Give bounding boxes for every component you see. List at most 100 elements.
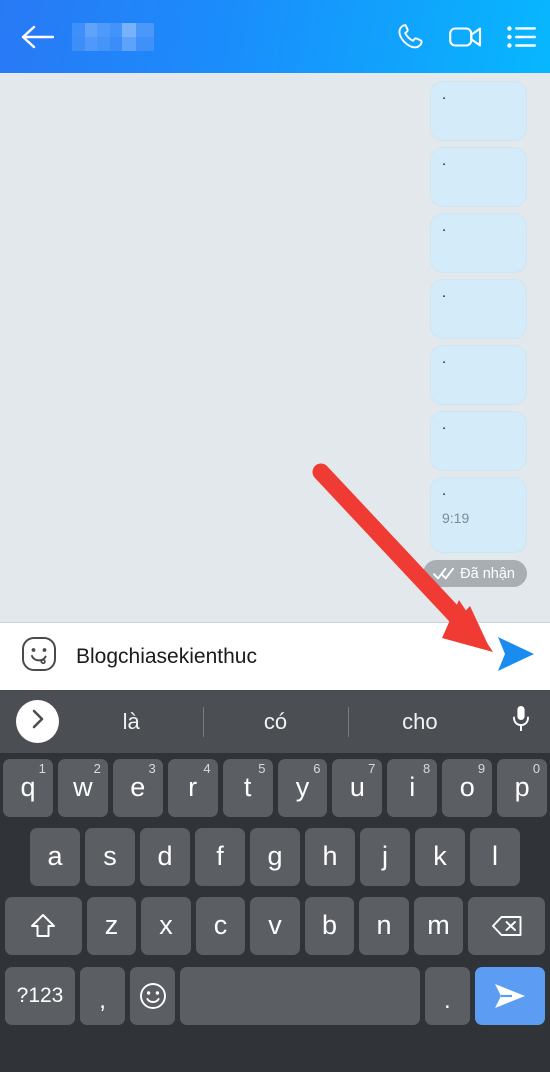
menu-button[interactable] <box>494 0 550 73</box>
blur-tile <box>97 36 110 51</box>
key-u[interactable]: u 7 <box>332 758 383 817</box>
key-g[interactable]: g <box>250 827 300 886</box>
key-c[interactable]: c <box>195 896 246 955</box>
key-label: u <box>349 772 365 802</box>
key-e[interactable]: e 3 <box>112 758 163 817</box>
send-plane-icon <box>492 981 528 1011</box>
key-number: 0 <box>532 760 541 776</box>
message-bubble[interactable]: . <box>430 345 527 405</box>
key-label: r <box>188 772 198 802</box>
voice-call-button[interactable] <box>382 0 438 73</box>
message-bubble[interactable]: . <box>430 279 527 339</box>
send-button[interactable] <box>480 623 550 691</box>
suggestion-bar: là có cho <box>0 690 550 753</box>
message-list[interactable]: . . . . . . . 9:19 Đã nhận <box>0 73 550 622</box>
blur-tile <box>136 36 154 51</box>
blur-tile <box>122 22 136 37</box>
key-number: 4 <box>203 760 211 776</box>
key-w[interactable]: w 2 <box>57 758 108 817</box>
keyboard-row-1: q 1 w 2 e 3 r 4 t 5 y 6 u 7 i 8 o 9 p 0 <box>0 753 550 822</box>
back-button[interactable] <box>8 0 66 73</box>
key-l[interactable]: l <box>470 827 520 886</box>
video-camera-icon <box>449 24 483 50</box>
key-b[interactable]: b <box>304 896 355 955</box>
chevron-right-icon <box>28 708 48 735</box>
message-text: . <box>442 218 447 235</box>
message-bubble[interactable]: . <box>430 147 527 207</box>
key-r[interactable]: r 4 <box>167 758 218 817</box>
suggestion-item[interactable]: cho <box>348 709 492 735</box>
message-bubble[interactable]: . <box>430 411 527 471</box>
space-key[interactable] <box>180 967 420 1025</box>
blur-tile <box>136 22 154 37</box>
list-menu-icon <box>507 25 537 49</box>
key-number: 8 <box>423 760 431 776</box>
key-label: o <box>459 772 475 802</box>
message-bubble[interactable]: . 9:19 <box>430 477 527 553</box>
symbols-key[interactable]: ?123 <box>5 967 76 1025</box>
suggestion-item[interactable]: có <box>203 709 347 735</box>
emoji-button[interactable] <box>18 636 60 678</box>
message-text: . <box>442 350 447 367</box>
key-q[interactable]: q 1 <box>3 758 53 817</box>
backspace-key[interactable] <box>468 896 545 955</box>
key-p[interactable]: p 0 <box>497 758 548 817</box>
message-input-bar: Blogchiasekienthuc <box>0 622 550 690</box>
key-o[interactable]: o 9 <box>442 758 493 817</box>
shift-key[interactable] <box>5 896 82 955</box>
on-screen-keyboard: là có cho q 1 w 2 e 3 r 4 t 5 y 6 u 7 i … <box>0 690 550 1072</box>
key-n[interactable]: n <box>359 896 409 955</box>
keyboard-emoji-key[interactable] <box>130 967 176 1025</box>
key-label: e <box>130 772 146 802</box>
key-number: 3 <box>148 760 156 776</box>
key-number: 5 <box>258 760 266 776</box>
key-z[interactable]: z <box>86 896 137 955</box>
key-j[interactable]: j <box>360 827 410 886</box>
key-h[interactable]: h <box>305 827 355 886</box>
comma-key[interactable]: , <box>80 967 126 1025</box>
message-input[interactable]: Blogchiasekienthuc <box>76 645 480 669</box>
voice-input-button[interactable] <box>492 690 550 753</box>
keyboard-row-2: a s d f g h j k l <box>0 822 550 891</box>
keyboard-send-key[interactable] <box>474 967 545 1025</box>
key-t[interactable]: t 5 <box>222 758 273 817</box>
key-label: w <box>73 772 93 802</box>
phone-icon <box>395 22 425 52</box>
message-bubble[interactable]: . <box>430 81 527 141</box>
key-label: q <box>20 772 36 802</box>
key-x[interactable]: x <box>141 896 191 955</box>
backspace-icon <box>491 914 523 938</box>
blur-tile <box>72 36 85 51</box>
emoji-round-icon <box>138 981 168 1011</box>
key-m[interactable]: m <box>413 896 464 955</box>
blur-tile <box>85 36 97 51</box>
key-label: y <box>295 772 310 802</box>
blur-tile <box>110 36 122 51</box>
period-key[interactable]: . <box>424 967 470 1025</box>
key-f[interactable]: f <box>195 827 245 886</box>
key-label: t <box>243 772 252 802</box>
message-text: . <box>442 152 447 169</box>
expand-suggestions-button[interactable] <box>16 700 59 743</box>
double-check-icon <box>433 567 455 580</box>
key-number: 9 <box>477 760 486 776</box>
microphone-icon <box>510 704 532 739</box>
phone-screen: . . . . . . . 9:19 Đã nhận Blogchiasekie… <box>0 0 550 1072</box>
key-number: 1 <box>38 760 46 776</box>
key-number: 2 <box>93 760 101 776</box>
video-call-button[interactable] <box>438 0 494 73</box>
contact-name[interactable] <box>72 22 154 51</box>
emoji-smiley-icon <box>20 635 58 678</box>
key-v[interactable]: v <box>250 896 300 955</box>
key-a[interactable]: a <box>30 827 80 886</box>
key-d[interactable]: d <box>140 827 190 886</box>
message-text: . <box>442 482 447 499</box>
keyboard-row-3: z x c v b n m <box>0 891 550 960</box>
suggestion-item[interactable]: là <box>59 709 203 735</box>
key-i[interactable]: i 8 <box>387 758 438 817</box>
key-k[interactable]: k <box>415 827 465 886</box>
key-number: 6 <box>313 760 321 776</box>
key-y[interactable]: y 6 <box>277 758 328 817</box>
key-s[interactable]: s <box>85 827 135 886</box>
message-bubble[interactable]: . <box>430 213 527 273</box>
